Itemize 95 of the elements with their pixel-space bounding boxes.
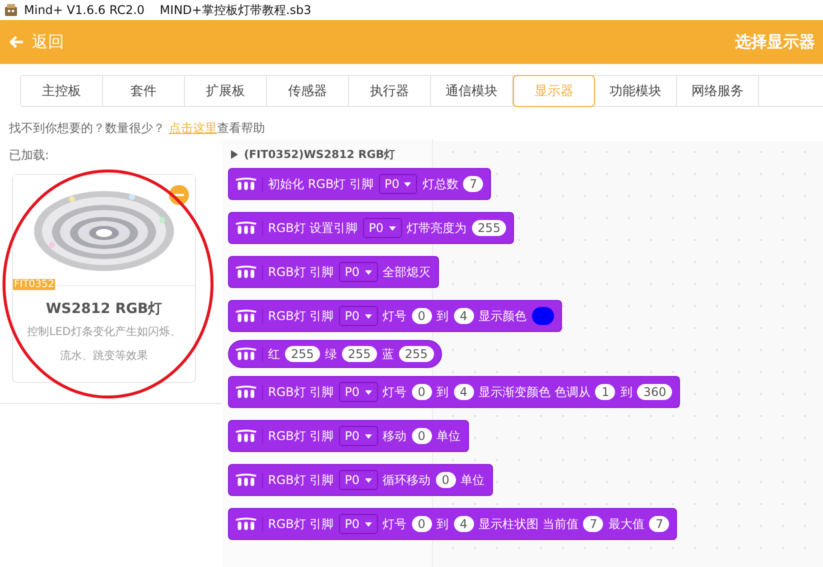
category-tab[interactable]: 主控板 [21,76,103,106]
pin-dropdown[interactable]: P0 [338,470,378,490]
code-block[interactable]: RGB灯 引脚 P0 移动 0 单位 [228,420,469,452]
collapse-triangle-icon[interactable] [231,150,238,159]
block-label: 显示柱状图 当前值 [478,516,578,532]
block-label: RGB灯 引脚 [268,472,334,488]
block-label: RGB灯 引脚 [268,384,334,400]
block-label: RGB灯 设置引脚 [268,220,358,236]
block-label: 全部熄灭 [382,264,431,280]
window-title: Mind+ V1.6.6 RC2.0 MIND+掌控板灯带教程.sb3 [24,2,312,18]
block-label: 到 [436,308,449,324]
block-label: RGB灯 引脚 [268,308,334,324]
block-label: 最大值 [608,516,644,532]
caret-icon [388,226,396,230]
number-input[interactable]: 0 [412,308,432,324]
loaded-label: 已加载: [8,147,50,164]
number-input[interactable]: 4 [454,516,474,532]
block-label: 单位 [436,428,461,444]
pin-dropdown[interactable]: P0 [338,306,378,326]
pin-dropdown[interactable]: P0 [378,174,418,194]
block-label: 灯带亮度为 [406,220,467,236]
caret-icon [364,478,372,482]
number-input[interactable]: 360 [637,384,672,400]
block-label: 循环移动 [382,472,431,488]
code-block[interactable]: 初始化 RGB灯 引脚 P0 灯总数 7 [228,168,492,200]
number-input[interactable]: 4 [454,384,474,400]
light-strip-icon [235,176,263,192]
block-label: 灯号 [382,384,407,400]
light-strip-icon [235,264,263,280]
number-input[interactable]: 0 [412,516,432,532]
help-text: 找不到你想要的？数量很少？ 点击这里查看帮助 [8,120,266,137]
number-input[interactable]: 1 [595,384,616,400]
number-input[interactable]: 7 [463,176,484,192]
block-label: 显示颜色 [478,308,527,324]
number-input[interactable]: 4 [454,308,474,324]
number-input[interactable]: 0 [436,472,456,488]
code-block[interactable]: RGB灯 引脚 P0 全部熄灭 [228,256,439,288]
block-label: 到 [436,516,449,532]
caret-icon [364,270,372,274]
block-label: 蓝 [382,346,394,362]
pin-dropdown[interactable]: P0 [338,262,378,282]
extension-name: WS2812 RGB灯 [44,300,164,318]
pin-dropdown[interactable]: P0 [338,382,378,402]
light-strip-icon [235,428,263,444]
code-block[interactable]: RGB灯 引脚 P0 灯号 0 到 4 显示柱状图 当前值 7 最大值 7 [228,508,678,540]
caret-icon [364,522,372,526]
code-block[interactable]: RGB灯 引脚 P0 灯号 0 到 4 显示渐变颜色 色调从 1 到 360 [228,376,680,408]
number-input[interactable]: 7 [649,516,670,532]
number-input[interactable]: 255 [285,346,320,362]
number-input[interactable]: 255 [472,220,506,236]
block-label: 灯号 [382,308,407,324]
block-label: 单位 [460,472,485,488]
block-label: 显示渐变颜色 色调从 [478,384,590,400]
part-number-tag: FIT0352 [13,279,56,290]
color-picker[interactable] [532,307,554,325]
header-title: 选择显示器 [735,32,815,52]
light-strip-icon [235,308,263,324]
light-strip-icon [235,220,263,236]
pin-dropdown[interactable]: P0 [362,218,402,238]
palette-title: (FIT0352)WS2812 RGB灯 [244,147,396,162]
block-label: 到 [620,384,632,400]
pin-dropdown[interactable]: P0 [338,426,378,446]
caret-icon [404,182,412,186]
code-block[interactable]: 红 255 绿 255 蓝 255 [228,340,442,368]
number-input[interactable]: 255 [398,346,434,362]
minus-icon [174,194,184,196]
caret-icon [364,390,372,394]
extension-description: 控制LED灯条变化产生如闪烁、流水、跳变等效果 [26,324,182,364]
block-label: 红 [268,346,280,362]
caret-icon [364,314,372,318]
block-label: 到 [436,384,449,400]
light-strip-icon [235,384,263,400]
code-block[interactable]: RGB灯 引脚 P0 灯号 0 到 4 显示颜色 [228,300,562,332]
block-label: 灯号 [382,516,407,532]
block-label: RGB灯 引脚 [268,516,334,532]
light-strip-icon [235,472,263,488]
number-input[interactable]: 0 [412,428,432,444]
block-label: RGB灯 引脚 [268,264,334,280]
back-arrow-icon [10,36,24,48]
block-label: 绿 [324,346,337,362]
app-icon [4,3,18,17]
block-label: 移动 [382,428,407,444]
number-input[interactable]: 7 [583,516,604,532]
light-strip-icon [235,516,263,532]
number-input[interactable]: 0 [412,384,432,400]
number-input[interactable]: 255 [342,346,377,362]
extension-card[interactable]: FIT0352 WS2812 RGB灯 控制LED灯条变化产生如闪烁、流水、跳变等效果 [12,174,196,383]
block-label: 灯总数 [422,176,458,192]
pin-dropdown[interactable]: P0 [338,514,378,534]
code-block[interactable]: RGB灯 引脚 P0 循环移动 0 单位 [228,464,493,496]
block-label: 初始化 RGB灯 引脚 [268,176,374,192]
block-label: RGB灯 引脚 [268,428,334,444]
caret-icon [364,434,372,438]
light-strip-icon [235,346,263,362]
code-block[interactable]: RGB灯 设置引脚 P0 灯带亮度为 255 [228,212,514,244]
